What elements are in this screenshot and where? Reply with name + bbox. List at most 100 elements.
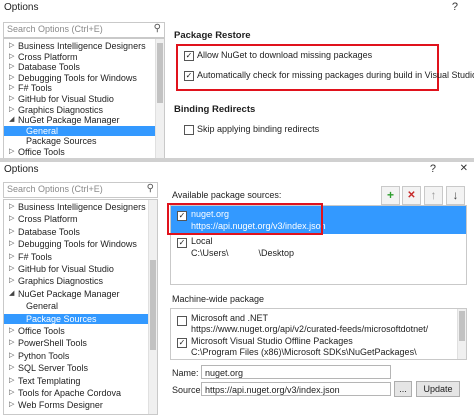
collapse-arrow-icon[interactable]: ▷ [9,41,14,51]
top-help-button[interactable]: ? [452,1,458,13]
top-scroll-thumb[interactable] [157,43,163,103]
tree-item[interactable]: Package Sources [4,136,164,146]
tree-item[interactable]: ▷ Cross Platform [4,52,164,62]
tree-item-label: NuGet Package Manager [18,115,120,126]
tree-item-label: Package Sources [26,136,97,147]
expand-arrow-icon[interactable]: ◢ [9,115,14,125]
tree-item[interactable]: ▷ Graphics Diagnostics [4,105,164,115]
tree-item[interactable]: General [4,125,164,136]
machine-sources-scrollbar[interactable] [457,309,466,359]
machine-source-checkbox-offline[interactable]: ✓ [177,338,187,348]
tree-item[interactable]: ▷ Database Tools [4,227,157,237]
collapse-arrow-icon[interactable]: ▷ [9,338,14,348]
tree-item[interactable]: General [4,301,157,311]
bottom-window-title: Options [4,164,39,175]
tree-item[interactable]: ▷ Text Templating [4,376,157,386]
bottom-search-placeholder: Search Options (Ctrl+E) [7,184,103,194]
tree-item-label: Office Tools [18,326,65,336]
tree-item-label: Database Tools [18,226,80,237]
tree-item[interactable]: ▷ Python Tools [4,351,157,361]
tree-item-label: Office Tools [18,147,65,157]
machine-source-url-offline: C:\Program Files (x86)\Microsoft SDKs\Nu… [191,347,417,357]
collapse-arrow-icon[interactable]: ▷ [9,400,14,410]
machine-source-url-dotnet: https://www.nuget.org/api/v2/curated-fee… [191,324,429,334]
bottom-help-button[interactable]: ? [430,163,436,175]
collapse-arrow-icon[interactable]: ▷ [9,214,14,224]
collapse-arrow-icon[interactable]: ▷ [9,252,14,262]
source-field[interactable]: https://api.nuget.org/v3/index.json [201,382,391,396]
collapse-arrow-icon[interactable]: ▷ [9,105,14,115]
collapse-arrow-icon[interactable]: ▷ [9,227,14,237]
collapse-arrow-icon[interactable]: ▷ [9,363,14,373]
source-label: Source: [172,385,204,395]
collapse-arrow-icon[interactable]: ▷ [9,202,14,212]
collapse-arrow-icon[interactable]: ▷ [9,73,14,83]
tree-item[interactable]: ▷ Database Tools [4,62,164,72]
browse-button[interactable]: ... [394,381,412,397]
top-search-input[interactable]: Search Options (Ctrl+E) ⚲ [3,22,165,38]
collapse-arrow-icon[interactable]: ▷ [9,388,14,398]
bottom-scroll-thumb[interactable] [150,260,156,350]
machine-source-checkbox-dotnet[interactable] [177,316,187,326]
skip-binding-checkbox[interactable] [184,125,194,135]
arrow-up-icon: ↑ [430,188,437,202]
bottom-title-bar: Options ? ✕ [0,162,474,178]
top-title-bar: Options ? [0,0,474,17]
tree-item[interactable]: ▷ Cross Platform [4,214,157,224]
nugetorg-highlight [167,203,323,235]
top-tree-scrollbar[interactable] [155,39,164,159]
bottom-search-input[interactable]: Search Options (Ctrl+E) ⚲ [3,182,158,198]
collapse-arrow-icon[interactable]: ▷ [9,276,14,286]
tree-item-label: SQL Server Tools [18,363,89,374]
tree-item[interactable]: Package Sources [4,313,157,324]
tree-item[interactable]: ▷ Office Tools [4,147,164,157]
tree-item-label: General [26,125,59,136]
tree-item[interactable]: ▷ F# Tools [4,252,157,262]
top-options-tree: ▷ Business Intelligence Designers ▷ Cross P… [3,38,165,160]
remove-icon: ✕ [407,190,416,201]
tree-item[interactable]: ▷ Business Intelligence Designers [4,202,157,212]
close-icon[interactable]: ✕ [460,163,468,174]
tree-item-label: F# Tools [18,251,52,262]
collapse-arrow-icon[interactable]: ▷ [9,83,14,93]
machine-scroll-thumb[interactable] [459,311,465,341]
collapse-arrow-icon[interactable]: ▷ [9,147,14,157]
tree-item[interactable]: ▷ F# Tools [4,83,164,93]
tree-item[interactable]: ▷ Tools for Apache Cordova [4,388,157,398]
allow-download-checkbox[interactable]: ✓ [184,51,194,61]
tree-item[interactable]: ▷ PowerShell Tools [4,338,157,348]
move-up-button[interactable]: ↑ [424,186,443,205]
binding-redirects-heading: Binding Redirects [174,104,256,115]
tree-item[interactable]: ▷ Debugging Tools for Windows [4,73,164,83]
collapse-arrow-icon[interactable]: ▷ [9,239,14,249]
allow-download-label: Allow NuGet to download missing packages [197,50,373,60]
bottom-tree-scrollbar[interactable] [148,200,157,414]
tree-item[interactable]: ◢ NuGet Package Manager [4,115,164,125]
tree-item[interactable]: ▷ GitHub for Visual Studio [4,264,157,274]
collapse-arrow-icon[interactable]: ▷ [9,376,14,386]
update-button[interactable]: Update [416,381,460,397]
available-sources-heading: Available package sources: [172,190,282,200]
collapse-arrow-icon[interactable]: ▷ [9,62,14,72]
source-checkbox-local[interactable]: ✓ [177,238,187,248]
collapse-arrow-icon[interactable]: ▷ [9,351,14,361]
add-source-button[interactable]: + [381,186,400,205]
auto-check-checkbox[interactable]: ✓ [184,71,194,81]
tree-item[interactable]: ▷ Debugging Tools for Windows [4,239,157,249]
collapse-arrow-icon[interactable]: ▷ [9,264,14,274]
collapse-arrow-icon[interactable]: ▷ [9,52,14,62]
expand-arrow-icon[interactable]: ◢ [9,289,14,299]
tree-item[interactable]: ▷ Office Tools [4,326,157,336]
collapse-arrow-icon[interactable]: ▷ [9,94,14,104]
tree-item[interactable]: ▷ Graphics Diagnostics [4,276,157,286]
name-field[interactable]: nuget.org [201,365,391,379]
tree-item[interactable]: ▷ GitHub for Visual Studio [4,94,164,104]
tree-item[interactable]: ▷ Business Intelligence Designers [4,41,164,51]
top-window-title: Options [4,2,39,13]
move-down-button[interactable]: ↓ [446,186,465,205]
tree-item[interactable]: ▷ SQL Server Tools [4,363,157,373]
collapse-arrow-icon[interactable]: ▷ [9,326,14,336]
remove-source-button[interactable]: ✕ [402,186,421,205]
tree-item[interactable]: ▷ Web Forms Designer [4,400,157,410]
tree-item[interactable]: ◢ NuGet Package Manager [4,289,157,299]
